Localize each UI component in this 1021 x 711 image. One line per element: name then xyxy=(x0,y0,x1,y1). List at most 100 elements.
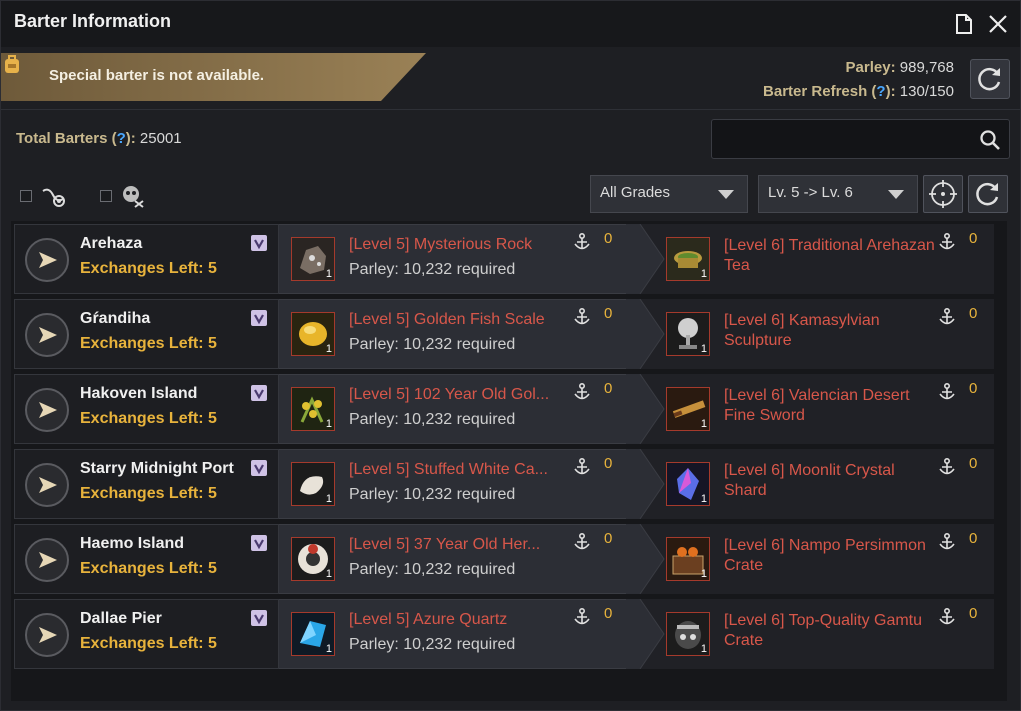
get-stock-count: 0 xyxy=(969,230,978,247)
trade-arrow-icon xyxy=(626,599,665,669)
navigate-button[interactable] xyxy=(25,613,69,657)
get-stock-count: 0 xyxy=(969,455,978,472)
expand-chevron-icon[interactable] xyxy=(251,610,267,626)
refresh-label-close: ): xyxy=(885,83,896,100)
parley-required: Parley: 10,232 required xyxy=(349,561,516,578)
level-select[interactable]: Lv. 5 -> Lv. 6 xyxy=(758,175,918,213)
search-icon[interactable] xyxy=(979,129,1001,151)
get-item-name[interactable]: [Level 6] Valencian Desert Fine Sword xyxy=(724,386,939,426)
barter-list: Arehaza Exchanges Left: 5 1 [Level 5] My… xyxy=(11,221,1007,701)
special-barter-text: Special barter is not available. xyxy=(49,67,265,84)
barter-window: Barter Information Special barter is not… xyxy=(0,0,1021,711)
hide-filter-checkbox[interactable] xyxy=(100,190,112,202)
get-item-slot[interactable]: 1 xyxy=(666,387,710,431)
npc-name: Hakoven Island xyxy=(80,385,198,402)
exchanges-left-value: 5 xyxy=(208,485,217,502)
exchanges-left-label: Exchanges Left: xyxy=(80,410,204,427)
barter-row: Hakoven Island Exchanges Left: 5 1 [Leve… xyxy=(14,374,994,444)
give-stock-count: 0 xyxy=(604,230,613,247)
give-item-name[interactable]: [Level 5] Mysterious Rock xyxy=(349,236,532,254)
navigate-button[interactable] xyxy=(25,238,69,282)
give-item-slot[interactable]: 1 xyxy=(291,537,335,581)
get-item-name[interactable]: [Level 6] Kamasylvian Sculpture xyxy=(724,311,939,351)
ship-filter-checkbox[interactable] xyxy=(20,190,32,202)
give-item-slot[interactable]: 1 xyxy=(291,612,335,656)
close-icon[interactable] xyxy=(987,13,1009,35)
npc-name: Starry Midnight Port xyxy=(80,460,234,477)
give-item-slot[interactable]: 1 xyxy=(291,462,335,506)
give-stock-count: 0 xyxy=(604,305,613,322)
give-item-name[interactable]: [Level 5] Golden Fish Scale xyxy=(349,311,545,329)
give-item-name[interactable]: [Level 5] 37 Year Old Her... xyxy=(349,536,540,554)
grade-select-value: All Grades xyxy=(600,184,671,201)
refresh-list-button[interactable] xyxy=(968,175,1008,213)
barter-row: Dallae Pier Exchanges Left: 5 1 [Level 5… xyxy=(14,599,994,669)
refresh-label: Barter Refresh ( xyxy=(763,83,877,100)
navigate-button[interactable] xyxy=(25,538,69,582)
get-item-slot[interactable]: 1 xyxy=(666,612,710,656)
get-item-slot[interactable]: 1 xyxy=(666,312,710,356)
get-item-name[interactable]: [Level 6] Moonlit Crystal Shard xyxy=(724,461,939,501)
get-item-name[interactable]: [Level 6] Traditional Arehazan Tea xyxy=(724,236,939,276)
parley-required: Parley: 10,232 required xyxy=(349,636,516,653)
navigate-button[interactable] xyxy=(25,313,69,357)
navigate-arrow-icon xyxy=(39,627,57,643)
navigate-arrow-icon xyxy=(39,327,57,343)
parley-required: Parley: 10,232 required xyxy=(349,261,516,278)
exchanges-left-label: Exchanges Left: xyxy=(80,485,204,502)
exchanges-left-value: 5 xyxy=(208,335,217,352)
navigate-button[interactable] xyxy=(25,388,69,432)
navigate-button[interactable] xyxy=(25,463,69,507)
exchanges-left-value: 5 xyxy=(208,410,217,427)
get-item-slot[interactable]: 1 xyxy=(666,462,710,506)
search-input[interactable] xyxy=(711,119,1010,159)
npc-panel: Hakoven Island Exchanges Left: 5 xyxy=(14,374,279,444)
npc-panel: Starry Midnight Port Exchanges Left: 5 xyxy=(14,449,279,519)
give-item-count: 1 xyxy=(325,568,332,580)
npc-panel: Gŕandiha Exchanges Left: 5 xyxy=(14,299,279,369)
get-item-name[interactable]: [Level 6] Nampo Persimmon Crate xyxy=(724,536,939,576)
give-item-slot[interactable]: 1 xyxy=(291,237,335,281)
total-label: Total Barters ( xyxy=(16,130,117,147)
give-item-name[interactable]: [Level 5] Stuffed White Ca... xyxy=(349,461,548,479)
exchanges-left: Exchanges Left: 5 xyxy=(80,335,217,353)
expand-chevron-icon[interactable] xyxy=(251,235,267,251)
get-item-name[interactable]: [Level 6] Top-Quality Gamtu Crate xyxy=(724,611,939,651)
parley-stat: Parley: 989,768 xyxy=(846,59,954,76)
document-icon[interactable] xyxy=(953,13,975,35)
barter-row: Gŕandiha Exchanges Left: 5 1 [Level 5] G… xyxy=(14,299,994,369)
npc-panel: Dallae Pier Exchanges Left: 5 xyxy=(14,599,279,669)
get-item-count: 1 xyxy=(700,268,707,280)
total-label-close: ): xyxy=(125,130,136,147)
get-item-count: 1 xyxy=(700,418,707,430)
give-item-slot[interactable]: 1 xyxy=(291,312,335,356)
give-item-name[interactable]: [Level 5] 102 Year Old Gol... xyxy=(349,386,549,404)
trade-arrow-icon xyxy=(626,299,665,369)
give-item-slot[interactable]: 1 xyxy=(291,387,335,431)
expand-chevron-icon[interactable] xyxy=(251,460,267,476)
ship-route-icon xyxy=(42,188,65,207)
locate-button[interactable] xyxy=(923,175,963,213)
expand-chevron-icon[interactable] xyxy=(251,310,267,326)
refresh-help-link[interactable]: ? xyxy=(876,83,885,100)
anchor-icon xyxy=(574,457,590,475)
total-barters: Total Barters (?): 25001 xyxy=(16,130,182,147)
chevron-down-icon xyxy=(718,190,734,199)
get-item-slot[interactable]: 1 xyxy=(666,537,710,581)
anchor-icon xyxy=(939,232,955,250)
barter-refresh-button[interactable] xyxy=(970,59,1010,99)
exchanges-left-label: Exchanges Left: xyxy=(80,635,204,652)
title-bar[interactable]: Barter Information xyxy=(1,1,1020,47)
trade-arrow-icon xyxy=(626,224,665,294)
expand-chevron-icon[interactable] xyxy=(251,535,267,551)
expand-chevron-icon[interactable] xyxy=(251,385,267,401)
total-help-link[interactable]: ? xyxy=(117,130,126,147)
trade-arrow-icon xyxy=(626,374,665,444)
get-stock-count: 0 xyxy=(969,380,978,397)
grade-select[interactable]: All Grades xyxy=(590,175,748,213)
get-item-count: 1 xyxy=(700,493,707,505)
give-item-name[interactable]: [Level 5] Azure Quartz xyxy=(349,611,507,629)
window-title: Barter Information xyxy=(14,11,172,31)
get-item-slot[interactable]: 1 xyxy=(666,237,710,281)
anchor-icon xyxy=(939,532,955,550)
